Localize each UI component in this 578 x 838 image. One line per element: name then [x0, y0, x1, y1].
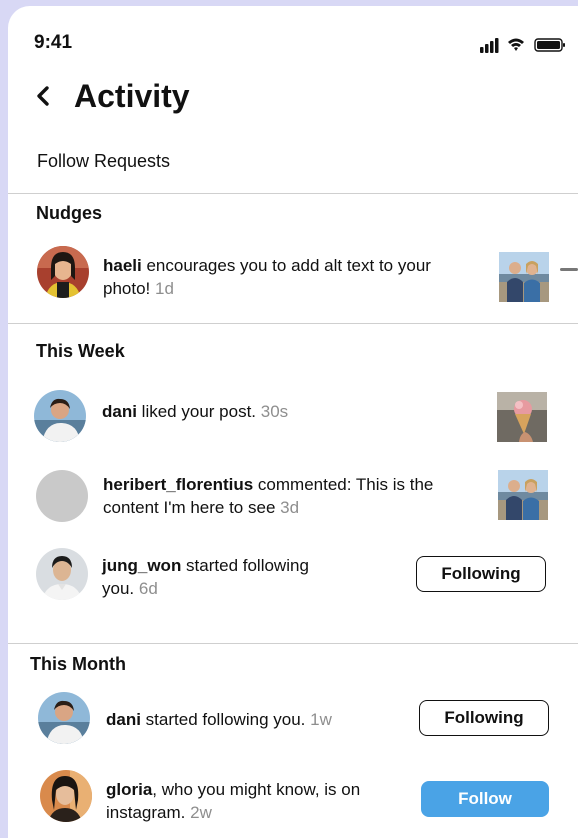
username[interactable]: gloria	[106, 780, 152, 799]
timestamp: 30s	[260, 402, 289, 421]
section-title-nudges: Nudges	[36, 203, 103, 223]
avatar[interactable]	[37, 246, 89, 298]
notification-text: jung_won started following you. 6d	[102, 554, 342, 600]
post-thumbnail[interactable]	[499, 252, 549, 302]
follow-requests-link[interactable]: Follow Requests	[37, 151, 170, 172]
section-title-this-month: This Month	[30, 654, 126, 674]
username[interactable]: jung_won	[102, 556, 181, 575]
avatar[interactable]	[34, 390, 86, 442]
notification-text: gloria, who you might know, is on instag…	[106, 778, 376, 824]
message: liked your post.	[136, 402, 257, 421]
signal-icon	[480, 38, 499, 53]
username[interactable]: dani	[106, 710, 141, 729]
message: encourages you to add alt text to your p…	[103, 256, 431, 298]
notification-text: heribert_florentius commented: This is t…	[103, 473, 473, 519]
username[interactable]: heribert_florentius	[103, 475, 253, 494]
battery-icon	[534, 38, 565, 52]
list-item[interactable]: gloria, who you might know, is on instag…	[8, 766, 578, 832]
post-thumbnail[interactable]	[498, 470, 548, 520]
wifi-icon	[508, 38, 524, 51]
divider	[8, 193, 578, 194]
list-item[interactable]: dani started following you. 1w Following	[8, 688, 578, 752]
post-thumbnail[interactable]	[497, 392, 547, 442]
timestamp: 3d	[280, 498, 300, 517]
username[interactable]: haeli	[103, 256, 142, 275]
following-button[interactable]: Following	[419, 700, 549, 736]
follow-button[interactable]: Follow	[421, 781, 549, 817]
notification-text: dani started following you. 1w	[106, 708, 406, 731]
list-item[interactable]: dani liked your post. 30s	[8, 386, 578, 446]
list-item[interactable]: heribert_florentius commented: This is t…	[8, 466, 578, 526]
status-time: 9:41	[34, 32, 73, 53]
scrollbar-handle[interactable]	[560, 268, 578, 271]
message: started following you.	[140, 710, 306, 729]
list-item[interactable]: haeli encourages you to add alt text to …	[8, 242, 578, 304]
activity-screen: 9:41 Activity Follow Requests Nudges hae…	[8, 6, 578, 838]
divider	[8, 643, 578, 644]
page-title: Activity	[74, 78, 190, 114]
notification-text: dani liked your post. 30s	[102, 400, 472, 423]
back-button[interactable]	[32, 82, 56, 110]
section-title-this-week: This Week	[36, 341, 125, 361]
list-item[interactable]: jung_won started following you. 6d Follo…	[8, 544, 578, 608]
avatar[interactable]	[40, 770, 92, 822]
divider	[8, 323, 578, 324]
timestamp: 1w	[310, 710, 332, 729]
avatar[interactable]	[38, 692, 90, 744]
notification-text: haeli encourages you to add alt text to …	[103, 254, 473, 300]
username[interactable]: dani	[102, 402, 137, 421]
back-chevron-icon	[37, 86, 49, 106]
avatar[interactable]	[36, 548, 88, 600]
timestamp: 1d	[155, 279, 174, 298]
status-icons	[474, 36, 570, 54]
avatar[interactable]	[36, 470, 88, 522]
following-button[interactable]: Following	[416, 556, 546, 592]
timestamp: 6d	[138, 579, 158, 598]
timestamp: 2w	[190, 803, 212, 822]
